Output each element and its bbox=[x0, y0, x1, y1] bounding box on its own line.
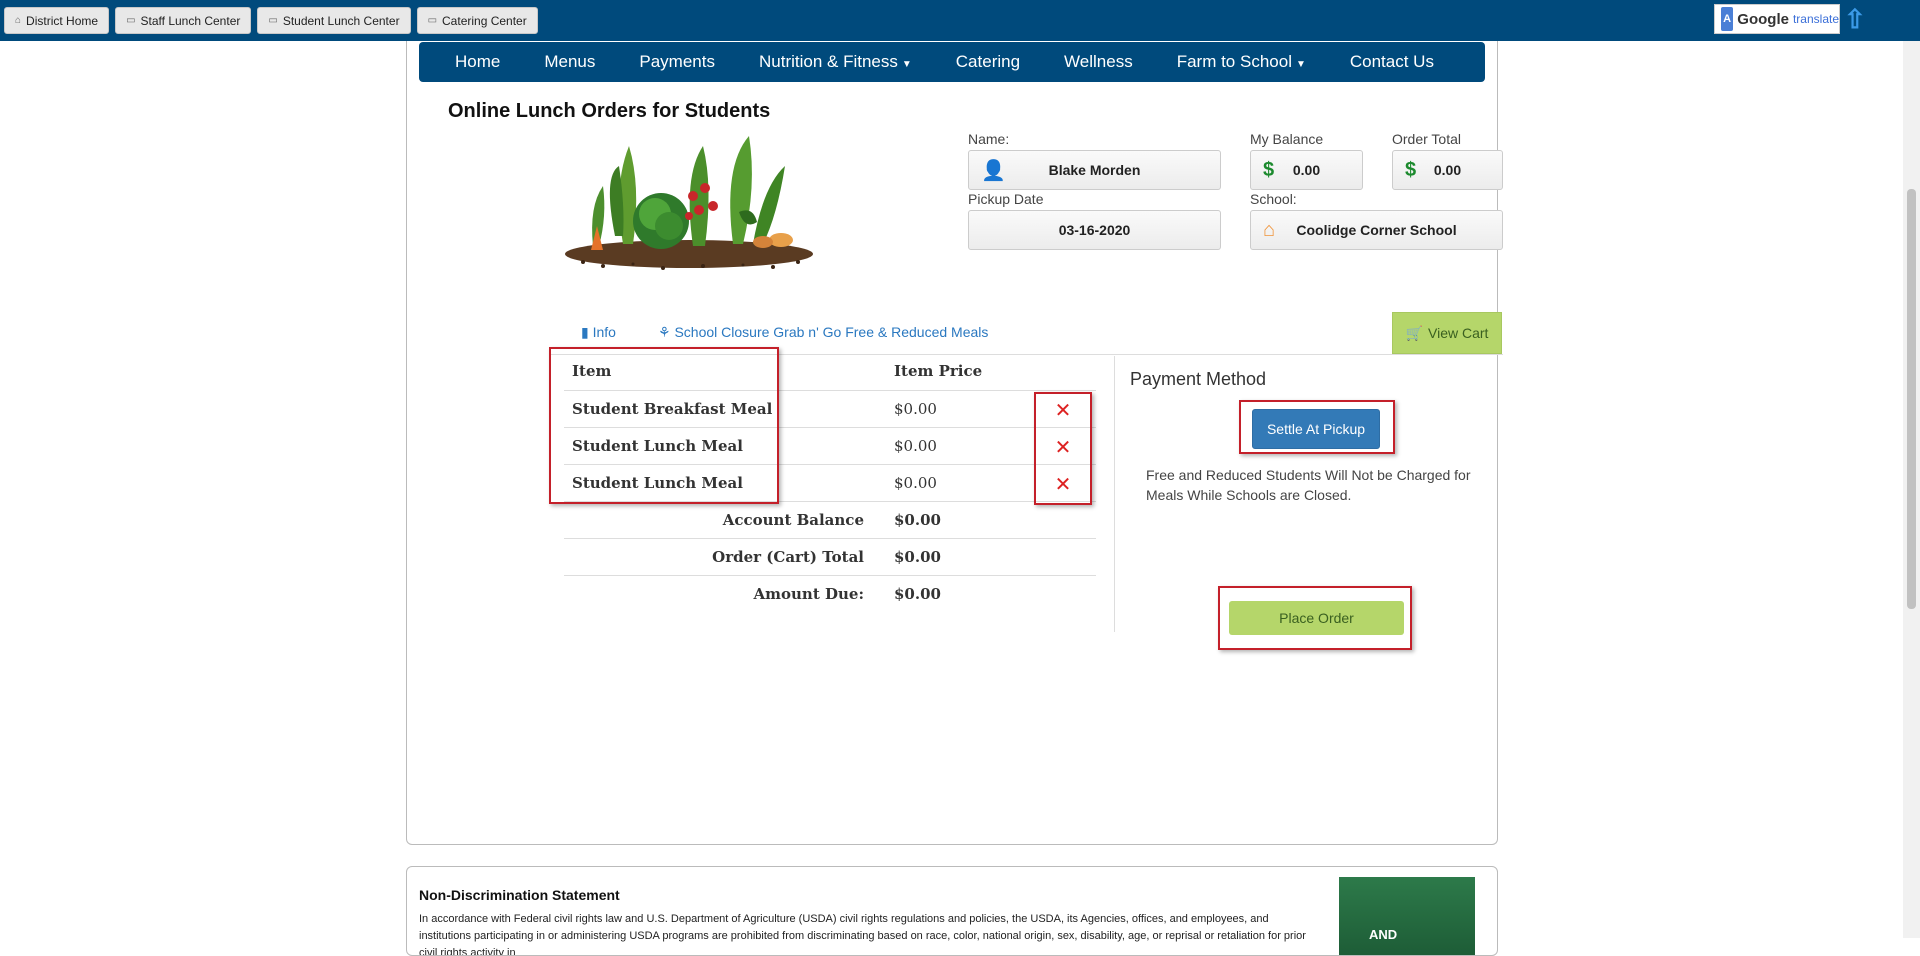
pickup-date-value: 03-16-2020 bbox=[1058, 222, 1131, 238]
order-total-value: 0.00 bbox=[1433, 162, 1462, 178]
item-price: $0.00 bbox=[894, 474, 937, 492]
nav-nutrition-fitness[interactable]: Nutrition & Fitness ▼ bbox=[759, 52, 912, 72]
translate-word: translate bbox=[1792, 12, 1839, 26]
wheat-icon: ⚘ bbox=[658, 324, 675, 340]
view-cart-button[interactable]: 🛒 View Cart bbox=[1392, 312, 1502, 354]
balance-label: My Balance bbox=[1250, 131, 1324, 147]
poster-text: AND bbox=[1369, 927, 1398, 942]
top-bar: ⌂ District Home ▭ Staff Lunch Center ▭ Stud… bbox=[0, 0, 1920, 41]
cart-icon: 🛒 bbox=[1405, 324, 1423, 341]
summary-row: Amount Due: $0.00 bbox=[564, 575, 1096, 612]
tab-student-lunch-center[interactable]: ▭ Student Lunch Center bbox=[257, 7, 411, 34]
item-price: $0.00 bbox=[894, 437, 937, 455]
nav-menus[interactable]: Menus bbox=[544, 52, 595, 72]
tab-label: Student Lunch Center bbox=[282, 13, 400, 28]
name-label: Name: bbox=[968, 131, 1010, 147]
summary-label: Order (Cart) Total bbox=[712, 548, 864, 566]
nav-contact-us[interactable]: Contact Us bbox=[1350, 52, 1434, 72]
order-total-field: $ 0.00 bbox=[1392, 150, 1503, 190]
info-link[interactable]: ▮ Info bbox=[581, 324, 616, 341]
non-discrimination-card: Non-Discrimination Statement In accordan… bbox=[406, 866, 1498, 956]
summary-value: $0.00 bbox=[894, 511, 941, 529]
google-translate-widget[interactable]: A Google translate bbox=[1714, 4, 1840, 34]
table-header-row: Item Item Price bbox=[564, 353, 1096, 390]
item-name: Student Lunch Meal bbox=[572, 474, 743, 492]
school-closure-link[interactable]: ⚘ School Closure Grab n' Go Free & Reduc… bbox=[658, 324, 988, 341]
info-label: Info bbox=[592, 324, 616, 340]
non-discrimination-title: Non-Discrimination Statement bbox=[419, 887, 620, 903]
table-row: Student Breakfast Meal $0.00 bbox=[564, 390, 1096, 427]
caret-down-icon: ▼ bbox=[1295, 59, 1306, 70]
school-label: School: bbox=[1250, 191, 1297, 207]
summary-label: Amount Due: bbox=[753, 585, 864, 603]
scroll-to-top-icon[interactable]: ⇧ bbox=[1844, 6, 1866, 32]
tab-label: District Home bbox=[26, 13, 99, 28]
settle-at-pickup-button[interactable]: Settle At Pickup bbox=[1252, 409, 1380, 449]
top-tabs: ⌂ District Home ▭ Staff Lunch Center ▭ Stud… bbox=[4, 7, 538, 34]
payment-method-title: Payment Method bbox=[1130, 369, 1267, 389]
view-cart-label: View Cart bbox=[1428, 325, 1489, 341]
house-icon: ⌂ bbox=[1263, 218, 1276, 241]
table-row: Student Lunch Meal $0.00 bbox=[564, 427, 1096, 464]
summary-value: $0.00 bbox=[894, 548, 941, 566]
book-icon: ▮ bbox=[581, 324, 593, 340]
school-field: ⌂ Coolidge Corner School bbox=[1250, 210, 1503, 250]
tab-district-home[interactable]: ⌂ District Home bbox=[4, 7, 110, 34]
payment-note: Free and Reduced Students Will Not be Ch… bbox=[1146, 467, 1471, 503]
page-scrollbar[interactable] bbox=[1903, 41, 1920, 938]
balance-field: $ 0.00 bbox=[1250, 150, 1363, 190]
main-nav: Home Menus Payments Nutrition & Fitness ▼… bbox=[419, 42, 1485, 82]
name-field: 👤 Blake Morden bbox=[968, 150, 1221, 190]
tab-staff-lunch-center[interactable]: ▭ Staff Lunch Center bbox=[115, 7, 252, 34]
summary-row: Account Balance $0.00 bbox=[564, 501, 1096, 538]
item-name: Student Lunch Meal bbox=[572, 437, 743, 455]
scrollbar-thumb[interactable] bbox=[1907, 189, 1916, 609]
caret-down-icon: ▼ bbox=[901, 59, 912, 70]
dollar-icon: $ bbox=[1405, 158, 1417, 181]
tab-label: Staff Lunch Center bbox=[140, 13, 241, 28]
tab-catering-center[interactable]: ▭ Catering Center bbox=[416, 7, 538, 34]
divider bbox=[1114, 356, 1115, 632]
name-value: Blake Morden bbox=[1048, 162, 1141, 178]
order-total-label: Order Total bbox=[1392, 131, 1461, 147]
school-value: Coolidge Corner School bbox=[1296, 222, 1457, 238]
summary-row: Order (Cart) Total $0.00 bbox=[564, 538, 1096, 575]
nav-wellness[interactable]: Wellness bbox=[1064, 52, 1133, 72]
usda-poster-image: AND bbox=[1339, 877, 1475, 955]
header-item: Item bbox=[572, 362, 612, 380]
page-title: Online Lunch Orders for Students bbox=[448, 100, 771, 122]
user-icon: 👤 bbox=[981, 159, 1006, 182]
nav-catering[interactable]: Catering bbox=[956, 52, 1020, 72]
dollar-icon: $ bbox=[1263, 158, 1275, 181]
google-logo: Google bbox=[1737, 10, 1789, 28]
item-price: $0.00 bbox=[894, 400, 937, 418]
item-name: Student Breakfast Meal bbox=[572, 400, 773, 418]
nav-label: Nutrition & Fitness bbox=[758, 52, 898, 71]
tab-label: Catering Center bbox=[442, 13, 527, 28]
summary-value: $0.00 bbox=[894, 585, 941, 603]
translate-icon: A bbox=[1721, 7, 1734, 31]
closure-label: School Closure Grab n' Go Free & Reduced… bbox=[674, 324, 989, 340]
summary-label: Account Balance bbox=[722, 511, 864, 529]
nav-label: Farm to School bbox=[1176, 52, 1292, 71]
remove-item-icon[interactable]: ✕ bbox=[1052, 474, 1074, 496]
pickup-date-field[interactable]: 03-16-2020 bbox=[968, 210, 1221, 250]
balance-value: 0.00 bbox=[1292, 162, 1321, 178]
header-item-price: Item Price bbox=[894, 362, 983, 380]
table-row: Student Lunch Meal $0.00 bbox=[564, 464, 1096, 501]
nav-farm-to-school[interactable]: Farm to School ▼ bbox=[1177, 52, 1306, 72]
cart-icon: ▭ bbox=[427, 15, 438, 26]
nav-home[interactable]: Home bbox=[455, 52, 500, 72]
remove-item-icon[interactable]: ✕ bbox=[1052, 400, 1074, 422]
vegetable-garden-image bbox=[565, 136, 813, 270]
place-order-button[interactable]: Place Order bbox=[1229, 601, 1404, 635]
nav-payments[interactable]: Payments bbox=[639, 52, 715, 72]
cart-icon: ▭ bbox=[268, 15, 278, 26]
non-discrimination-text: In accordance with Federal civil rights … bbox=[419, 913, 1306, 956]
home-icon: ⌂ bbox=[15, 15, 22, 26]
remove-item-icon[interactable]: ✕ bbox=[1052, 437, 1074, 459]
pickup-date-label: Pickup Date bbox=[968, 191, 1044, 207]
cart-icon: ▭ bbox=[126, 15, 136, 26]
